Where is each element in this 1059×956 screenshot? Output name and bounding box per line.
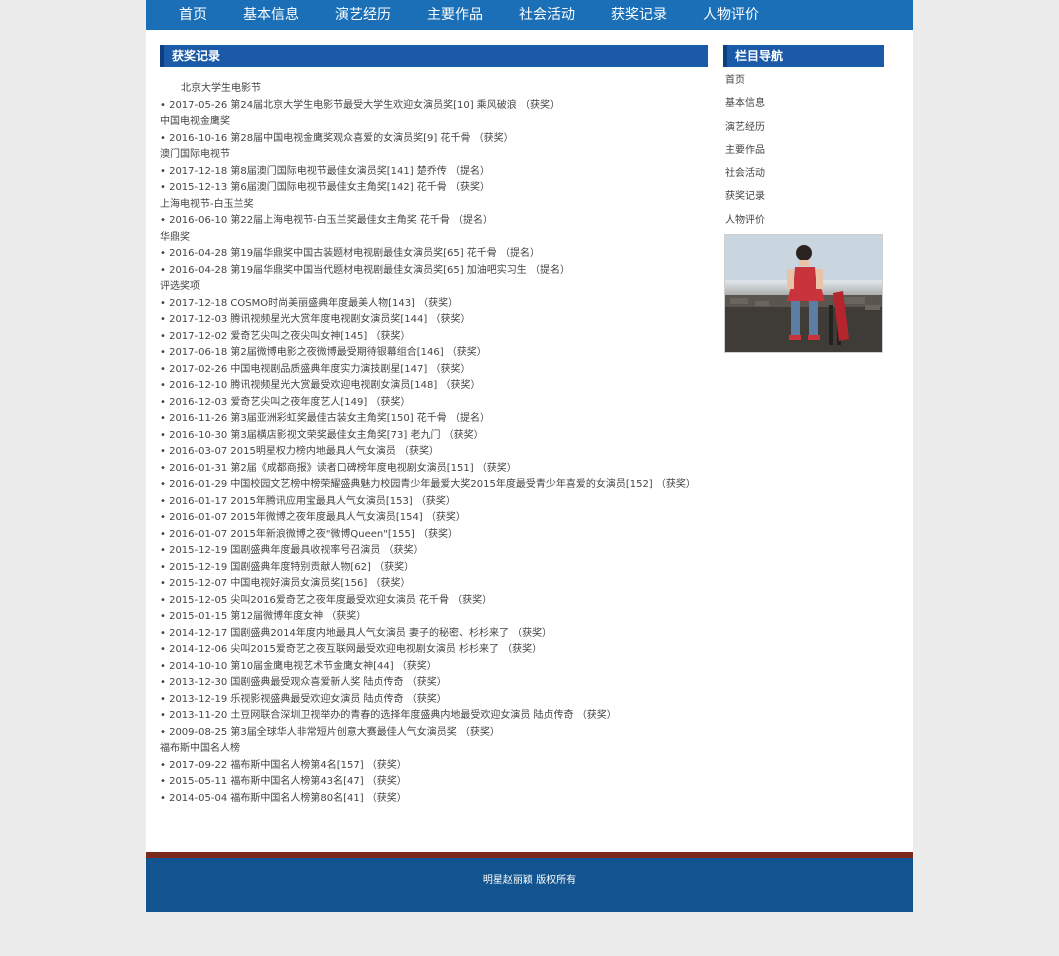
sidebar-item-social[interactable]: 社会活动 [723,162,884,185]
award-item: • 2009-08-25 第3届全球华人非常短片创意大赛最佳人气女演员奖 （获奖… [160,726,500,738]
sidebar-item-career[interactable]: 演艺经历 [723,116,884,139]
award-item: • 2015-01-15 第12届微博年度女神 （获奖） [160,611,367,622]
nav-social[interactable]: 社会活动 [519,0,575,30]
award-item: • 2015-12-07 中国电视好演员女演员奖[156] （获奖） [160,578,411,589]
award-item: • 2017-06-18 第2届微博电影之夜微博最受期待银幕组合[146] （获… [160,347,487,358]
award-item: • 2013-12-30 国剧盛典最受观众喜爱新人奖 陆贞传奇 （获奖） [160,677,447,688]
sidebar-item-basic-info[interactable]: 基本信息 [723,92,884,115]
sidebar: 栏目导航 首页 基本信息 演艺经历 主要作品 社会活动 获奖记录 人物评价 [723,45,884,354]
award-group-heading: 北京大学生电影节 [181,83,261,94]
copyright-text: 明星赵丽颖 版权所有 [482,875,577,886]
award-item: • 2017-12-18 第8届澳门国际电视节最佳女演员奖[141] 楚乔传 （… [160,165,490,177]
sidebar-title: 栏目导航 [723,45,884,67]
nav-works[interactable]: 主要作品 [427,0,483,30]
section-title: 获奖记录 [160,45,708,67]
nav-home[interactable]: 首页 [179,0,207,30]
award-item: • 2016-04-28 第19届华鼎奖中国当代题材电视剧最佳女演员奖[65] … [160,264,570,276]
page-container: 首页 基本信息 演艺经历 主要作品 社会活动 获奖记录 人物评价 获奖记录 北京… [146,0,913,912]
nav-basic-info[interactable]: 基本信息 [243,0,299,30]
nav-career[interactable]: 演艺经历 [335,0,391,30]
award-item: • 2014-12-17 国剧盛典2014年度内地最具人气女演员 妻子的秘密、杉… [160,627,553,639]
nav-reviews[interactable]: 人物评价 [703,0,759,30]
nav-awards[interactable]: 获奖记录 [611,0,667,30]
award-group-heading: 福布斯中国名人榜 [160,743,240,754]
award-item: • 2015-12-13 第6届澳门国际电视节最佳女主角奖[142] 花千骨 （… [160,182,490,193]
award-item: • 2016-01-07 2015年微博之夜年度最具人气女演员[154] （获奖… [160,512,466,523]
award-item: • 2016-01-31 第2届《成都商报》读者口碑榜年度电视剧女演员[151]… [160,462,517,474]
award-group-heading: 评选奖项 [160,281,200,292]
sidebar-item-works[interactable]: 主要作品 [723,139,884,162]
award-item: • 2017-12-18 COSMO时尚美丽盛典年度最美人物[143] （获奖） [160,297,459,309]
photo-illustration [725,235,882,353]
award-item: • 2016-11-26 第3届亚洲彩虹奖最佳古装女主角奖[150] 花千骨 （… [160,413,490,424]
award-group-heading: 澳门国际电视节 [160,149,230,160]
award-group-heading: 华鼎奖 [160,231,190,243]
award-item: • 2016-01-29 中国校园文艺榜中榜荣耀盛典魅力校园青少年最爱大奖201… [160,479,696,490]
award-item: • 2013-12-19 乐视影视盛典最受欢迎女演员 陆贞传奇 （获奖） [160,693,447,705]
award-item: • 2017-09-22 福布斯中国名人榜第4名[157] （获奖） [160,759,407,771]
sidebar-nav: 首页 基本信息 演艺经历 主要作品 社会活动 获奖记录 人物评价 [723,69,884,232]
award-item: • 2015-12-19 国剧盛典年度最具收视率号召演员 （获奖） [160,545,424,556]
award-item: • 2014-10-10 第10届金鹰电视艺术节金鹰女神[44] （获奖） [160,660,437,672]
profile-photo [724,234,883,354]
award-item: • 2016-01-07 2015年新浪微博之夜"微博Queen"[155] （… [160,528,458,540]
award-item: • 2013-11-20 土豆网联合深圳卫视举办的青春的选择年度盛典内地最受欢迎… [160,710,617,721]
sidebar-item-reviews[interactable]: 人物评价 [723,209,884,232]
award-item: • 2015-12-05 尖叫2016爱奇艺之夜年度最受欢迎女演员 花千骨 （获… [160,594,493,606]
award-item: • 2016-10-16 第28届中国电视金鹰奖观众喜爱的女演员奖[9] 花千骨… [160,132,514,144]
top-navigation: 首页 基本信息 演艺经历 主要作品 社会活动 获奖记录 人物评价 [146,0,913,30]
award-item: • 2014-05-04 福布斯中国名人榜第80名[41] （获奖） [160,792,407,804]
footer: 明星赵丽颖 版权所有 [146,852,913,912]
award-item: • 2016-03-07 2015明星权力榜内地最具人气女演员 （获奖） [160,446,439,457]
award-item: • 2017-12-02 爱奇艺尖叫之夜尖叫女神[145] （获奖） [160,330,411,342]
award-item: • 2017-12-03 腾讯视频星光大赏年度电视剧女演员奖[144] （获奖） [160,314,471,325]
award-item: • 2016-01-17 2015年腾讯应用宝最具人气女演员[153] （获奖） [160,495,456,507]
sidebar-item-home[interactable]: 首页 [723,69,884,92]
main-content: 获奖记录 北京大学生电影节 • 2017-05-26 第24届北京大学生电影节最受… [160,45,708,807]
award-item: • 2017-05-26 第24届北京大学生电影节最受大学生欢迎女演员奖[10]… [160,99,560,111]
award-item: • 2016-04-28 第19届华鼎奖中国古装题材电视剧最佳女演员奖[65] … [160,248,540,259]
award-item: • 2014-12-06 尖叫2015爱奇艺之夜互联网最受欢迎电视剧女演员 杉杉… [160,644,543,655]
award-group-heading: 上海电视节-白玉兰奖 [160,198,254,210]
award-item: • 2016-12-10 腾讯视频星光大赏最受欢迎电视剧女演员[148] （获奖… [160,380,481,391]
sidebar-item-awards[interactable]: 获奖记录 [723,185,884,208]
award-item: • 2016-06-10 第22届上海电视节-白玉兰奖最佳女主角奖 花千骨 （提… [160,215,494,226]
award-item: • 2016-10-30 第3届横店影视文荣奖最佳女主角奖[73] 老九门 （获… [160,429,484,441]
awards-list: 北京大学生电影节 • 2017-05-26 第24届北京大学生电影节最受大学生欢迎… [160,81,708,807]
award-item: • 2017-02-26 中国电视剧品质盛典年度实力演技剧星[147] （获奖） [160,363,471,375]
award-item: • 2015-05-11 福布斯中国名人榜第43名[47] （获奖） [160,776,407,787]
award-item: • 2015-12-19 国剧盛典年度特别贡献人物[62] （获奖） [160,561,415,573]
award-item: • 2016-12-03 爱奇艺尖叫之夜年度艺人[149] （获奖） [160,396,411,408]
award-group-heading: 中国电视金鹰奖 [160,116,230,127]
